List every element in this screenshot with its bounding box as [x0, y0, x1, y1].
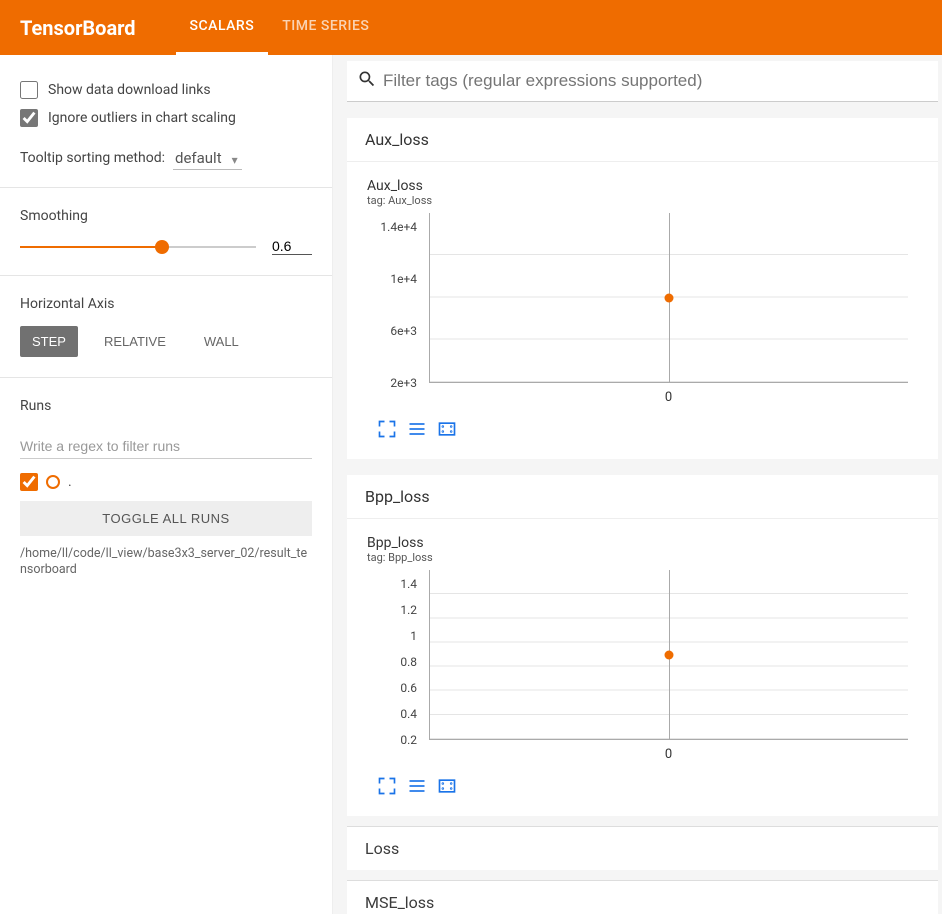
- list-icon[interactable]: [407, 419, 427, 439]
- section-aux-loss: Aux_loss Aux_loss tag: Aux_loss 1.4e+4 1…: [347, 118, 938, 459]
- show-download-links-row[interactable]: Show data download links: [20, 81, 312, 99]
- tag-filter-input[interactable]: [383, 71, 928, 91]
- section-mse-loss[interactable]: MSE_loss: [347, 880, 938, 914]
- topbar: TensorBoard SCALARS TIME SERIES: [0, 0, 942, 55]
- toggle-all-runs-button[interactable]: TOGGLE ALL RUNS: [20, 501, 312, 536]
- axis-btn-step[interactable]: STEP: [20, 326, 78, 357]
- ignore-outliers-label: Ignore outliers in chart scaling: [48, 110, 236, 126]
- tooltip-sort-select[interactable]: default ▾: [173, 149, 242, 167]
- y-tick: 2e+3: [377, 376, 423, 390]
- y-tick: 6e+3: [377, 324, 423, 338]
- ignore-outliers-checkbox[interactable]: [20, 109, 38, 127]
- y-axis: 1.4e+4 1e+4 6e+3 2e+3: [377, 213, 423, 383]
- section-loss[interactable]: Loss: [347, 826, 938, 870]
- axis-btn-relative[interactable]: RELATIVE: [92, 326, 178, 357]
- show-download-links-checkbox[interactable]: [20, 81, 38, 99]
- divider: [0, 275, 332, 276]
- smoothing-slider[interactable]: [20, 246, 256, 248]
- tag-filter-row: [347, 61, 938, 102]
- smoothing-value-input[interactable]: [272, 238, 312, 255]
- chart-tag: tag: Bpp_loss: [367, 551, 918, 564]
- y-tick: 0.4: [377, 707, 423, 721]
- plot-area[interactable]: [429, 570, 908, 740]
- x-tick: 0: [429, 390, 908, 405]
- tooltip-sort-label: Tooltip sorting method:: [20, 150, 165, 166]
- y-tick: 0.8: [377, 655, 423, 669]
- section-body: Aux_loss tag: Aux_loss 1.4e+4 1e+4 6e+3 …: [347, 162, 938, 459]
- y-tick: 0.6: [377, 681, 423, 695]
- chart-tag: tag: Aux_loss: [367, 194, 918, 207]
- y-tick: 1: [377, 629, 423, 643]
- ignore-outliers-row[interactable]: Ignore outliers in chart scaling: [20, 109, 312, 127]
- run-checkbox[interactable]: [20, 473, 38, 491]
- expand-icon[interactable]: [377, 419, 397, 439]
- chart-tools: [377, 776, 918, 796]
- runs-filter-input[interactable]: [20, 434, 312, 459]
- y-tick: 1.2: [377, 603, 423, 617]
- smoothing-label: Smoothing: [20, 208, 312, 224]
- y-tick: 1e+4: [377, 272, 423, 286]
- show-download-links-label: Show data download links: [48, 82, 211, 98]
- tooltip-sort-value[interactable]: default: [173, 147, 242, 170]
- sidebar: Show data download links Ignore outliers…: [0, 55, 333, 914]
- run-row[interactable]: .: [20, 473, 312, 491]
- y-tick: 1.4e+4: [377, 220, 423, 234]
- main: Aux_loss Aux_loss tag: Aux_loss 1.4e+4 1…: [333, 55, 942, 914]
- fit-icon[interactable]: [437, 419, 457, 439]
- y-axis: 1.4 1.2 1 0.8 0.6 0.4 0.2: [377, 570, 423, 740]
- section-body: Bpp_loss tag: Bpp_loss 1.4 1.2 1 0.8 0.6…: [347, 519, 938, 816]
- section-header[interactable]: Bpp_loss: [347, 475, 938, 519]
- section-header[interactable]: Aux_loss: [347, 118, 938, 162]
- app-logo: TensorBoard: [20, 16, 136, 40]
- chart-title: Bpp_loss: [367, 535, 918, 551]
- run-name: .: [68, 474, 72, 490]
- axis-label: Horizontal Axis: [20, 296, 312, 312]
- tabs: SCALARS TIME SERIES: [176, 0, 384, 55]
- data-point: [665, 650, 674, 659]
- smoothing-row: [20, 238, 312, 255]
- slider-thumb[interactable]: [155, 240, 169, 254]
- axis-btn-wall[interactable]: WALL: [192, 326, 251, 357]
- chart-bpp-loss: 1.4 1.2 1 0.8 0.6 0.4 0.2 0: [377, 570, 918, 770]
- section-bpp-loss: Bpp_loss Bpp_loss tag: Bpp_loss 1.4 1.2 …: [347, 475, 938, 816]
- divider: [0, 187, 332, 188]
- chart-title: Aux_loss: [367, 178, 918, 194]
- runs-label: Runs: [20, 398, 312, 414]
- divider: [0, 377, 332, 378]
- data-point: [665, 293, 674, 302]
- plot-area[interactable]: [429, 213, 908, 383]
- chart-tools: [377, 419, 918, 439]
- fit-icon[interactable]: [437, 776, 457, 796]
- tab-time-series[interactable]: TIME SERIES: [268, 0, 383, 55]
- tab-scalars[interactable]: SCALARS: [176, 0, 269, 55]
- y-tick: 1.4: [377, 577, 423, 591]
- chart-aux-loss: 1.4e+4 1e+4 6e+3 2e+3 0: [377, 213, 918, 413]
- tooltip-sort-row: Tooltip sorting method: default ▾: [20, 149, 312, 167]
- search-icon: [357, 69, 377, 93]
- y-tick: 0.2: [377, 733, 423, 747]
- x-tick: 0: [429, 747, 908, 762]
- run-color-swatch: [46, 475, 60, 489]
- list-icon[interactable]: [407, 776, 427, 796]
- axis-options: STEP RELATIVE WALL: [20, 326, 312, 357]
- runs-path: /home/ll/code/ll_view/base3x3_server_02/…: [20, 546, 312, 579]
- expand-icon[interactable]: [377, 776, 397, 796]
